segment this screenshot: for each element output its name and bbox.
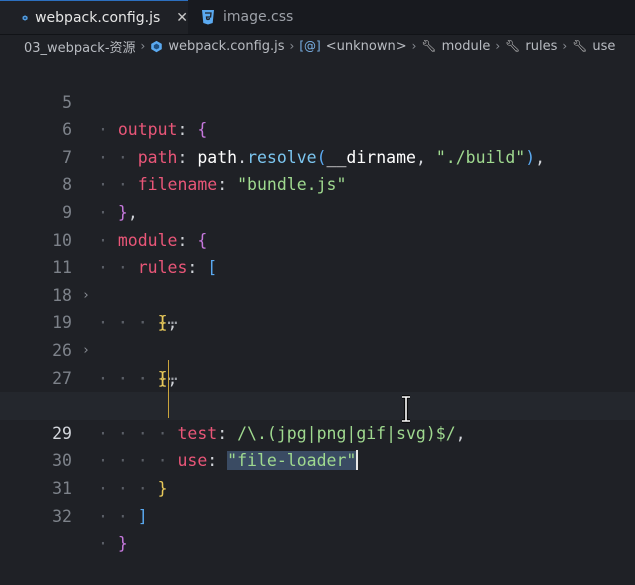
- code-line: 9 · module: {: [0, 171, 635, 250]
- webpack-icon: [151, 40, 163, 52]
- variable-icon: [@]: [299, 39, 321, 53]
- code-line: 10 · · rules: [: [0, 199, 635, 278]
- tab-webpack-config[interactable]: webpack.config.js ✕: [0, 0, 188, 34]
- chevron-right-icon: ›: [289, 39, 295, 53]
- breadcrumb-item-unknown[interactable]: <unknown>: [326, 39, 407, 54]
- code-line: 11 › · · · {⋯: [0, 227, 635, 332]
- code-editor[interactable]: 5 · output: { 6 · · path: path.resolve(_…: [0, 60, 635, 554]
- breadcrumb: 03_webpack-资源 › webpack.config.js › [@] …: [0, 35, 635, 57]
- webpack-icon: [22, 14, 28, 21]
- text-cursor-icon: [402, 395, 410, 423]
- wrench-icon: 🔧︎: [505, 39, 521, 53]
- tab-bar: webpack.config.js ✕ image.css: [0, 0, 635, 35]
- breadcrumb-item-use[interactable]: use: [592, 39, 615, 54]
- breadcrumb-item-file[interactable]: webpack.config.js: [168, 39, 284, 54]
- chevron-right-icon: ›: [562, 39, 568, 53]
- code-line: 27 · · · {: [0, 337, 635, 416]
- line-number: 32: [52, 506, 72, 526]
- code-line: 32 · }: [0, 475, 635, 554]
- code-line: 18 · · · },: [0, 254, 635, 333]
- code-line: 26 · · · },: [0, 309, 635, 388]
- css-icon: [202, 10, 214, 25]
- code-line: 5 · output: {: [0, 61, 635, 140]
- tab-image-css[interactable]: image.css: [190, 0, 310, 34]
- code-line: 30 · · · }: [0, 420, 635, 498]
- close-icon[interactable]: ✕: [176, 10, 188, 26]
- code-line: 31 · · ]: [0, 447, 635, 526]
- tab-label: webpack.config.js: [35, 9, 161, 26]
- chevron-right-icon: ›: [140, 39, 146, 53]
- chevron-right-icon: ›: [495, 39, 501, 53]
- code-line: 8 · },: [0, 144, 635, 222]
- wrench-icon: 🔧︎: [421, 39, 437, 53]
- wrench-icon: 🔧︎: [572, 39, 588, 53]
- breadcrumb-item-folder[interactable]: 03_webpack-资源: [24, 37, 136, 56]
- code-line: 28 · · · · test: /\.(jpg|png|gif|svg)$/,: [0, 365, 635, 443]
- chevron-right-icon: ›: [411, 39, 417, 53]
- bracket-guide: [168, 360, 169, 418]
- breadcrumb-item-rules[interactable]: rules: [525, 39, 557, 54]
- breadcrumb-item-module[interactable]: module: [442, 39, 491, 54]
- code-line-current: 29 · · · · use: "file-loader": [0, 392, 635, 471]
- code-line: 6 · · path: path.resolve(__dirname, "./b…: [0, 89, 635, 167]
- code-line: 19 › · · · {⋯: [0, 282, 635, 387]
- code-line: 7 · · filename: "bundle.js": [0, 116, 635, 195]
- tab-label: image.css: [223, 9, 294, 25]
